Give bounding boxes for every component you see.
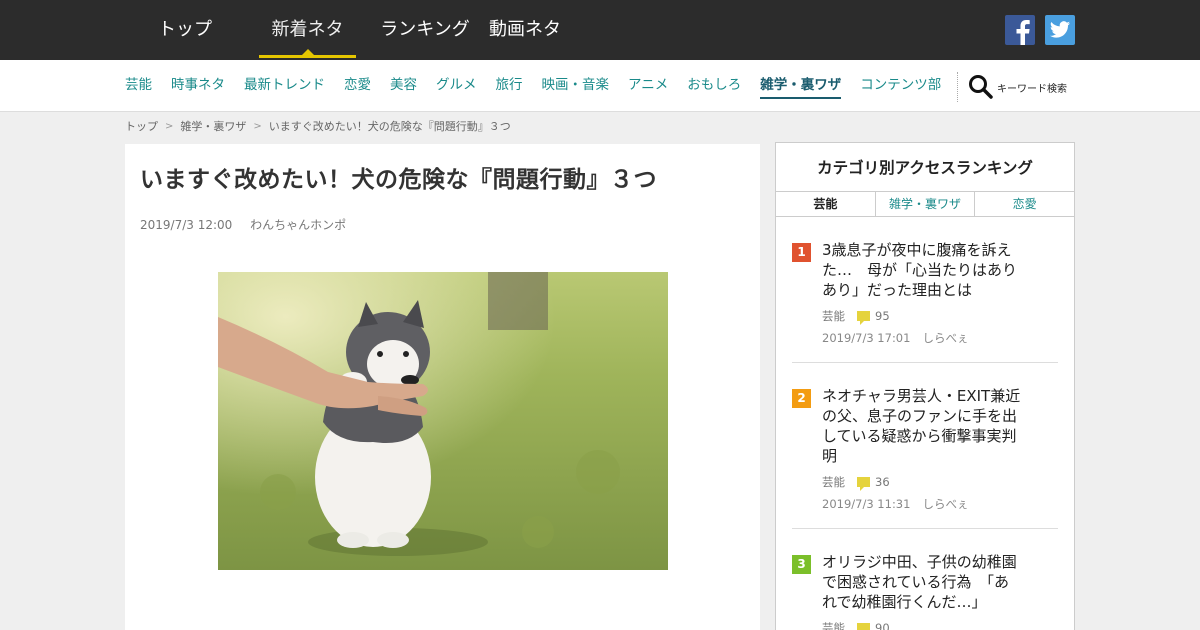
active-indicator-arrow — [300, 49, 315, 56]
ranking-item-title: オリラジ中田、子供の幼稚園 で困惑されている行為 「あ れで幼稚園行くんだ…」 — [822, 553, 1017, 611]
chevron-right-icon: > — [165, 120, 174, 132]
ranking-item-meta: 2019/7/3 11:31 しらべぇ — [822, 496, 980, 512]
tab-entertainment[interactable]: 芸能 — [776, 192, 875, 216]
ranking-item-source: しらべぇ — [922, 331, 969, 345]
category-trivia[interactable]: 雑学・裏ワザ — [760, 60, 842, 112]
ranking-item-category: 芸能 — [822, 475, 845, 489]
twitter-share-button[interactable] — [1045, 15, 1075, 45]
tab-trivia[interactable]: 雑学・裏ワザ — [874, 192, 975, 216]
category-gourmet[interactable]: グルメ — [436, 60, 477, 112]
comment-icon — [857, 623, 870, 630]
ranking-item-title: ネオチャラ男芸人・EXIT兼近 の父、息子のファンに手を出 している疑惑から衝撃… — [822, 387, 1021, 465]
chevron-right-icon: > — [253, 120, 262, 132]
rank-badge: 3 — [792, 555, 811, 574]
nav-label: 新着ネタ — [271, 19, 344, 40]
nav-ranking[interactable]: ランキング — [370, 0, 480, 60]
category-beauty[interactable]: 美容 — [390, 60, 417, 112]
ranking-item-info: 芸能 90 — [822, 620, 890, 630]
category-funny[interactable]: おもしろ — [687, 60, 741, 112]
ranking-item[interactable]: 1 3歳息子が夜中に腹痛を訴え た… 母が「心当たりはあり あり」だった理由とは… — [792, 235, 1058, 363]
twitter-icon — [1049, 21, 1071, 38]
breadcrumb: トップ > 雑学・裏ワザ > いますぐ改めたい！犬の危険な『問題行動』３つ — [125, 118, 511, 134]
search-icon — [969, 75, 993, 99]
category-nav: 芸能 時事ネタ 最新トレンド 恋愛 美容 グルメ 旅行 映画・音楽 アニメ おも… — [125, 60, 960, 112]
ranking-tabs: 芸能 雑学・裏ワザ 恋愛 — [776, 192, 1074, 217]
facebook-icon — [1016, 20, 1030, 45]
article-meta: 2019/7/3 12:00 わんちゃんホンポ — [140, 216, 360, 233]
ranking-item-title: 3歳息子が夜中に腹痛を訴え た… 母が「心当たりはあり あり」だった理由とは — [822, 241, 1018, 299]
comment-count: 95 — [875, 309, 890, 323]
facebook-share-button[interactable] — [1005, 15, 1035, 45]
ranking-item-category: 芸能 — [822, 621, 845, 630]
comment-icon — [857, 311, 870, 325]
keyword-search-button[interactable]: キーワード検索 — [968, 74, 1067, 100]
ranking-title: カテゴリ別アクセスランキング — [776, 143, 1074, 192]
rank-badge: 2 — [792, 389, 811, 408]
article-date: 2019/7/3 12:00 — [140, 218, 233, 232]
ranking-item-info: 芸能 95 — [822, 308, 890, 325]
top-header: トップ 新着ネタ ランキング 動画ネタ — [0, 0, 1200, 60]
article: いますぐ改めたい！犬の危険な『問題行動』３つ 2019/7/3 12:00 わん… — [125, 144, 760, 630]
category-bar: 芸能 時事ネタ 最新トレンド 恋愛 美容 グルメ 旅行 映画・音楽 アニメ おも… — [0, 60, 1200, 112]
nav-label: 動画ネタ — [489, 19, 561, 40]
divider — [957, 72, 958, 102]
ranking-item[interactable]: 2 ネオチャラ男芸人・EXIT兼近 の父、息子のファンに手を出 している疑惑から… — [792, 381, 1058, 529]
category-movie-music[interactable]: 映画・音楽 — [542, 60, 610, 112]
ranking-item-category: 芸能 — [822, 309, 845, 323]
tab-love[interactable]: 恋愛 — [974, 192, 1074, 216]
nav-label: トップ — [158, 19, 212, 40]
puppy-photo-illustration — [218, 272, 668, 570]
ranking-item[interactable]: 3 オリラジ中田、子供の幼稚園 で困惑されている行為 「あ れで幼稚園行くんだ…… — [792, 547, 1058, 630]
category-anime[interactable]: アニメ — [628, 60, 668, 112]
category-trend[interactable]: 最新トレンド — [244, 60, 325, 112]
category-news[interactable]: 時事ネタ — [171, 60, 225, 112]
main-nav: トップ 新着ネタ ランキング 動画ネタ — [125, 0, 570, 60]
comment-icon — [857, 477, 870, 491]
category-entertainment[interactable]: 芸能 — [125, 60, 152, 112]
category-travel[interactable]: 旅行 — [496, 60, 523, 112]
ranking-item-date: 2019/7/3 17:01 — [822, 331, 911, 345]
nav-top[interactable]: トップ — [125, 0, 245, 60]
rank-badge: 1 — [792, 243, 811, 262]
breadcrumb-top[interactable]: トップ — [125, 118, 158, 134]
search-label: キーワード検索 — [997, 83, 1067, 95]
article-source[interactable]: わんちゃんホンポ — [250, 218, 346, 232]
breadcrumb-current: いますぐ改めたい！犬の危険な『問題行動』３つ — [268, 120, 511, 133]
ranking-item-source: しらべぇ — [922, 497, 969, 511]
comment-count: 90 — [875, 621, 890, 630]
ranking-item-date: 2019/7/3 11:31 — [822, 497, 911, 511]
nav-video[interactable]: 動画ネタ — [480, 0, 570, 60]
nav-label: ランキング — [380, 19, 470, 40]
ranking-item-meta: 2019/7/3 17:01 しらべぇ — [822, 330, 980, 346]
ranking-sidebar: カテゴリ別アクセスランキング 芸能 雑学・裏ワザ 恋愛 1 3歳息子が夜中に腹痛… — [775, 142, 1075, 630]
category-contents[interactable]: コンテンツ部 — [860, 60, 941, 112]
comment-count: 36 — [875, 475, 890, 489]
category-love[interactable]: 恋愛 — [344, 60, 371, 112]
ranking-item-info: 芸能 36 — [822, 474, 890, 491]
breadcrumb-category[interactable]: 雑学・裏ワザ — [180, 118, 246, 134]
nav-new[interactable]: 新着ネタ — [245, 0, 370, 60]
article-photo — [218, 272, 668, 570]
article-title: いますぐ改めたい！犬の危険な『問題行動』３つ — [140, 167, 657, 193]
